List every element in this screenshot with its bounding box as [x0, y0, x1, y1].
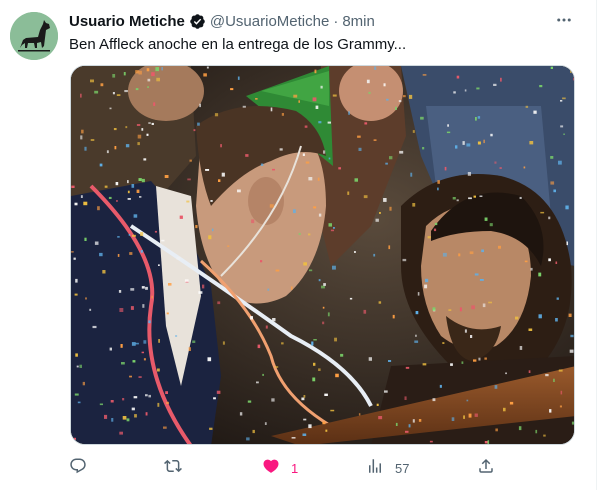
media-illustration [71, 66, 574, 444]
share-button[interactable] [477, 456, 495, 480]
views-icon [366, 457, 384, 480]
tweet-actions: 1 57 [69, 456, 499, 480]
tweet-media-image[interactable] [70, 65, 575, 445]
views-button[interactable]: 57 [366, 456, 409, 480]
more-options-icon[interactable] [554, 10, 574, 30]
retweet-icon [164, 457, 182, 480]
retweet-button[interactable] [164, 456, 193, 480]
avatar-horse-icon [10, 12, 58, 60]
views-count: 57 [395, 460, 410, 476]
tweet[interactable]: Usuario Metiche @UsuarioMetiche · 8min B… [0, 0, 596, 490]
timeline-divider [596, 0, 597, 490]
display-name[interactable]: Usuario Metiche [69, 13, 185, 30]
reply-icon [69, 457, 87, 480]
timestamp[interactable]: 8min [342, 13, 375, 30]
like-icon [262, 457, 280, 480]
tweet-header: Usuario Metiche @UsuarioMetiche · 8min [69, 11, 566, 31]
like-count: 1 [291, 460, 299, 476]
tweet-text: Ben Affleck anoche en la entrega de los … [69, 36, 407, 53]
reply-button[interactable] [69, 456, 98, 480]
handle[interactable]: @UsuarioMetiche [210, 13, 329, 30]
share-icon [477, 457, 495, 480]
avatar[interactable] [10, 12, 58, 60]
verified-badge-icon [189, 13, 206, 30]
separator-dot: · [333, 12, 339, 30]
like-button[interactable]: 1 [262, 456, 298, 480]
